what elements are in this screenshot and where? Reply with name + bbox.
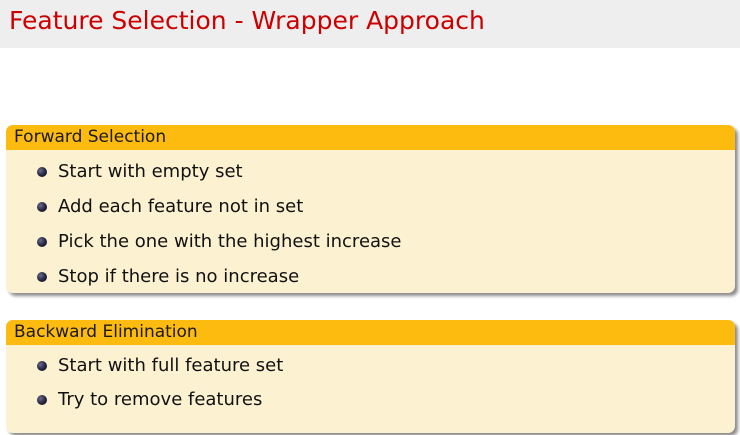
list-item: Stop if there is no increase [6,259,735,293]
block-body: Start with full feature set Try to remov… [6,345,735,417]
block-header: Forward Selection [6,125,735,150]
list-item-text: Stop if there is no increase [58,266,300,287]
list-item-text: Try to remove features [58,389,263,410]
bullet-ball-icon [37,271,47,282]
list-item-text: Start with empty set [58,161,243,182]
bullet-ball-icon [37,395,47,405]
list-item: Add each feature not in set [6,189,735,224]
block-header: Backward Elimination [6,320,735,345]
forward-selection-block: Forward Selection Start with empty set A… [6,125,735,293]
block-body: Start with empty set Add each feature no… [6,150,735,293]
backward-elimination-block: Backward Elimination Start with full fea… [6,320,735,433]
list-item: Pick the one with the highest increase [6,224,735,259]
bullet-ball-icon [37,361,47,371]
list-item-text: Add each feature not in set [58,196,304,217]
list-item: Try to remove features [6,383,735,417]
list-item: Start with full feature set [6,349,735,383]
list-item-text: Pick the one with the highest increase [58,231,402,252]
bullet-ball-icon [37,201,47,212]
bullet-ball-icon [37,236,47,247]
slide-title: Feature Selection - Wrapper Approach [9,6,485,35]
list-item: Start with empty set [6,154,735,189]
list-item-text: Start with full feature set [58,355,284,376]
slide-title-bar: Feature Selection - Wrapper Approach [0,0,740,48]
bullet-ball-icon [37,166,47,177]
